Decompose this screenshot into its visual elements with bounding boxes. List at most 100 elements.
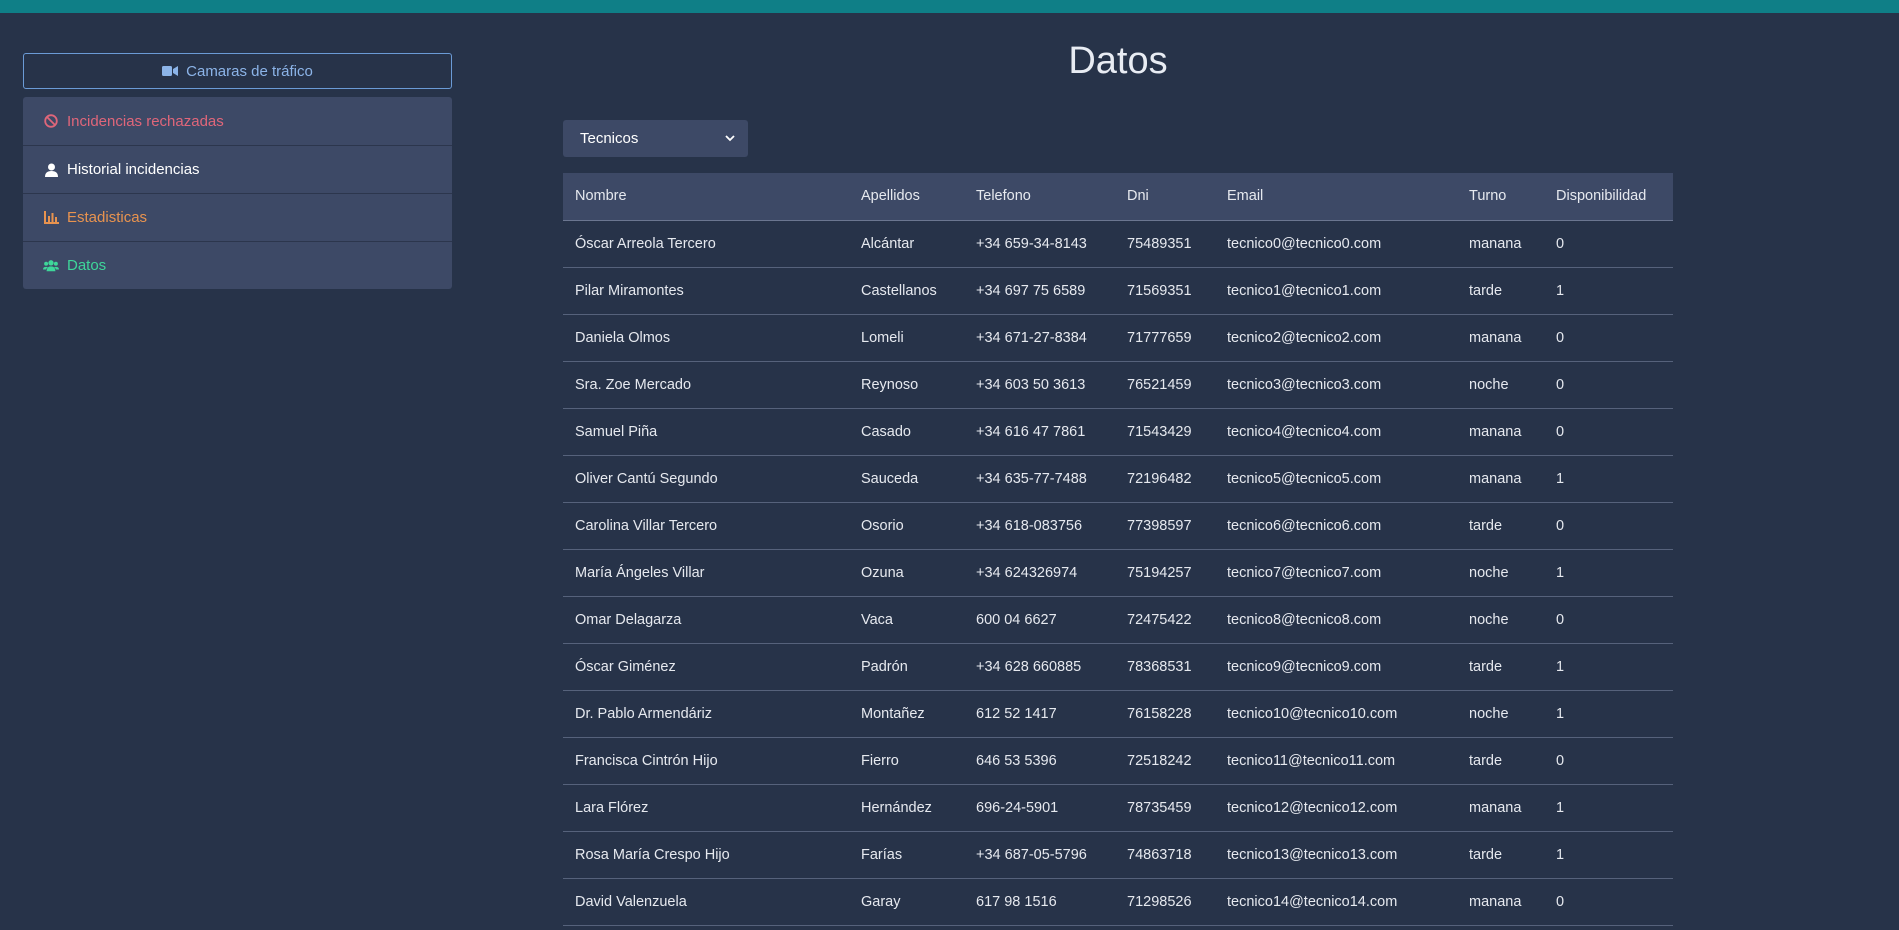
cell-disponibilidad: 1 xyxy=(1544,784,1673,832)
cell-apellidos: Lomeli xyxy=(849,314,964,362)
cell-dni: 74863718 xyxy=(1115,831,1215,879)
cell-apellidos: Casado xyxy=(849,408,964,456)
cell-telefono: 646 53 5396 xyxy=(964,737,1115,785)
column-header-telefono: Telefono xyxy=(964,173,1115,221)
cell-email: tecnico3@tecnico3.com xyxy=(1215,361,1457,409)
cell-disponibilidad: 0 xyxy=(1544,314,1673,362)
cell-turno: noche xyxy=(1457,361,1544,409)
cell-email: tecnico10@tecnico10.com xyxy=(1215,690,1457,738)
cell-disponibilidad: 0 xyxy=(1544,361,1673,409)
table-row: Rosa María Crespo Hijo Farías +34 687-05-5… xyxy=(563,831,1673,879)
cell-nombre: Daniela Olmos xyxy=(563,314,849,362)
cell-apellidos: Garay xyxy=(849,878,964,926)
cell-telefono: +34 671-27-8384 xyxy=(964,314,1115,362)
cell-apellidos: Fierro xyxy=(849,737,964,785)
cell-nombre: María Ángeles Villar xyxy=(563,549,849,597)
cell-dni: 78368531 xyxy=(1115,643,1215,691)
cell-nombre: Óscar Arreola Tercero xyxy=(563,220,849,268)
cell-dni: 77398597 xyxy=(1115,502,1215,550)
cell-dni: 76521459 xyxy=(1115,361,1215,409)
sidebar-item-label: Historial incidencias xyxy=(67,161,200,178)
sidebar-item-incidencias-rechazadas[interactable]: Incidencias rechazadas xyxy=(23,97,452,145)
cell-telefono: 612 52 1417 xyxy=(964,690,1115,738)
cell-email: tecnico9@tecnico9.com xyxy=(1215,643,1457,691)
cell-dni: 72196482 xyxy=(1115,455,1215,503)
cell-telefono: +34 618-083756 xyxy=(964,502,1115,550)
cell-nombre: Rosa María Crespo Hijo xyxy=(563,831,849,879)
cell-email: tecnico4@tecnico4.com xyxy=(1215,408,1457,456)
cell-disponibilidad: 1 xyxy=(1544,643,1673,691)
cell-email: tecnico5@tecnico5.com xyxy=(1215,455,1457,503)
cell-turno: manana xyxy=(1457,314,1544,362)
cell-turno: tarde xyxy=(1457,643,1544,691)
data-type-select[interactable]: Tecnicos xyxy=(563,120,748,157)
cell-email: tecnico6@tecnico6.com xyxy=(1215,502,1457,550)
cell-disponibilidad: 0 xyxy=(1544,878,1673,926)
traffic-cameras-label: Camaras de tráfico xyxy=(186,62,313,80)
cell-nombre: Óscar Giménez xyxy=(563,643,849,691)
cell-turno: tarde xyxy=(1457,267,1544,315)
cell-disponibilidad: 1 xyxy=(1544,267,1673,315)
cell-telefono: +34 628 660885 xyxy=(964,643,1115,691)
table-row: Pilar Miramontes Castellanos +34 697 75 65… xyxy=(563,267,1673,315)
page-title: Datos xyxy=(1068,40,1168,82)
table-row: Oliver Cantú Segundo Sauceda +34 635-77-74… xyxy=(563,455,1673,503)
cell-disponibilidad: 0 xyxy=(1544,408,1673,456)
table-row: Óscar Arreola Tercero Alcántar +34 659-34-… xyxy=(563,220,1673,268)
cell-email: tecnico2@tecnico2.com xyxy=(1215,314,1457,362)
table-row: Dr. Pablo Armendáriz Montañez 612 52 1417 7… xyxy=(563,690,1673,738)
cell-turno: tarde xyxy=(1457,737,1544,785)
cell-turno: manana xyxy=(1457,784,1544,832)
cell-telefono: 696-24-5901 xyxy=(964,784,1115,832)
column-header-email: Email xyxy=(1215,173,1457,221)
sidebar-item-historial-incidencias[interactable]: Historial incidencias xyxy=(23,145,452,193)
cell-telefono: +34 635-77-7488 xyxy=(964,455,1115,503)
cell-dni: 78735459 xyxy=(1115,784,1215,832)
cell-dni: 72475422 xyxy=(1115,596,1215,644)
cell-email: tecnico11@tecnico11.com xyxy=(1215,737,1457,785)
users-icon xyxy=(43,258,59,274)
cell-disponibilidad: 1 xyxy=(1544,455,1673,503)
cell-telefono: +34 603 50 3613 xyxy=(964,361,1115,409)
cell-nombre: Dr. Pablo Armendáriz xyxy=(563,690,849,738)
technicians-table: Nombre Apellidos Telefono Dni Email Turn… xyxy=(563,173,1673,926)
cell-apellidos: Padrón xyxy=(849,643,964,691)
sidebar: Camaras de tráfico Incidencias rechazada… xyxy=(23,53,452,289)
table-row: Samuel Piña Casado +34 616 47 7861 71543429… xyxy=(563,408,1673,456)
cell-turno: noche xyxy=(1457,549,1544,597)
table-row: Sra. Zoe Mercado Reynoso +34 603 50 3613 76… xyxy=(563,361,1673,409)
cell-email: tecnico8@tecnico8.com xyxy=(1215,596,1457,644)
cell-apellidos: Hernández xyxy=(849,784,964,832)
cell-dni: 75194257 xyxy=(1115,549,1215,597)
cell-turno: noche xyxy=(1457,596,1544,644)
cell-dni: 71569351 xyxy=(1115,267,1215,315)
top-bar xyxy=(0,0,1899,13)
cell-turno: tarde xyxy=(1457,831,1544,879)
cell-telefono: +34 624326974 xyxy=(964,549,1115,597)
cell-apellidos: Osorio xyxy=(849,502,964,550)
cell-apellidos: Reynoso xyxy=(849,361,964,409)
cell-apellidos: Farías xyxy=(849,831,964,879)
cell-nombre: Sra. Zoe Mercado xyxy=(563,361,849,409)
sidebar-item-estadisticas[interactable]: Estadisticas xyxy=(23,193,452,241)
cell-email: tecnico0@tecnico0.com xyxy=(1215,220,1457,268)
column-header-nombre: Nombre xyxy=(563,173,849,221)
cell-turno: manana xyxy=(1457,878,1544,926)
table-row: Lara Flórez Hernández 696-24-5901 78735459 t… xyxy=(563,784,1673,832)
cell-nombre: Pilar Miramontes xyxy=(563,267,849,315)
traffic-cameras-button[interactable]: Camaras de tráfico xyxy=(23,53,452,89)
table-row: Omar Delagarza Vaca 600 04 6627 72475422 tec… xyxy=(563,596,1673,644)
sidebar-item-datos[interactable]: Datos xyxy=(23,241,452,289)
cell-disponibilidad: 1 xyxy=(1544,549,1673,597)
cell-turno: manana xyxy=(1457,220,1544,268)
cell-email: tecnico13@tecnico13.com xyxy=(1215,831,1457,879)
user-icon xyxy=(43,162,59,178)
cell-disponibilidad: 0 xyxy=(1544,220,1673,268)
cell-nombre: David Valenzuela xyxy=(563,878,849,926)
table-row: David Valenzuela Garay 617 98 1516 71298526… xyxy=(563,878,1673,926)
table-header-row: Nombre Apellidos Telefono Dni Email Turn… xyxy=(563,173,1673,221)
cell-telefono: +34 616 47 7861 xyxy=(964,408,1115,456)
cell-email: tecnico12@tecnico12.com xyxy=(1215,784,1457,832)
cell-disponibilidad: 0 xyxy=(1544,596,1673,644)
ban-icon xyxy=(43,113,59,129)
